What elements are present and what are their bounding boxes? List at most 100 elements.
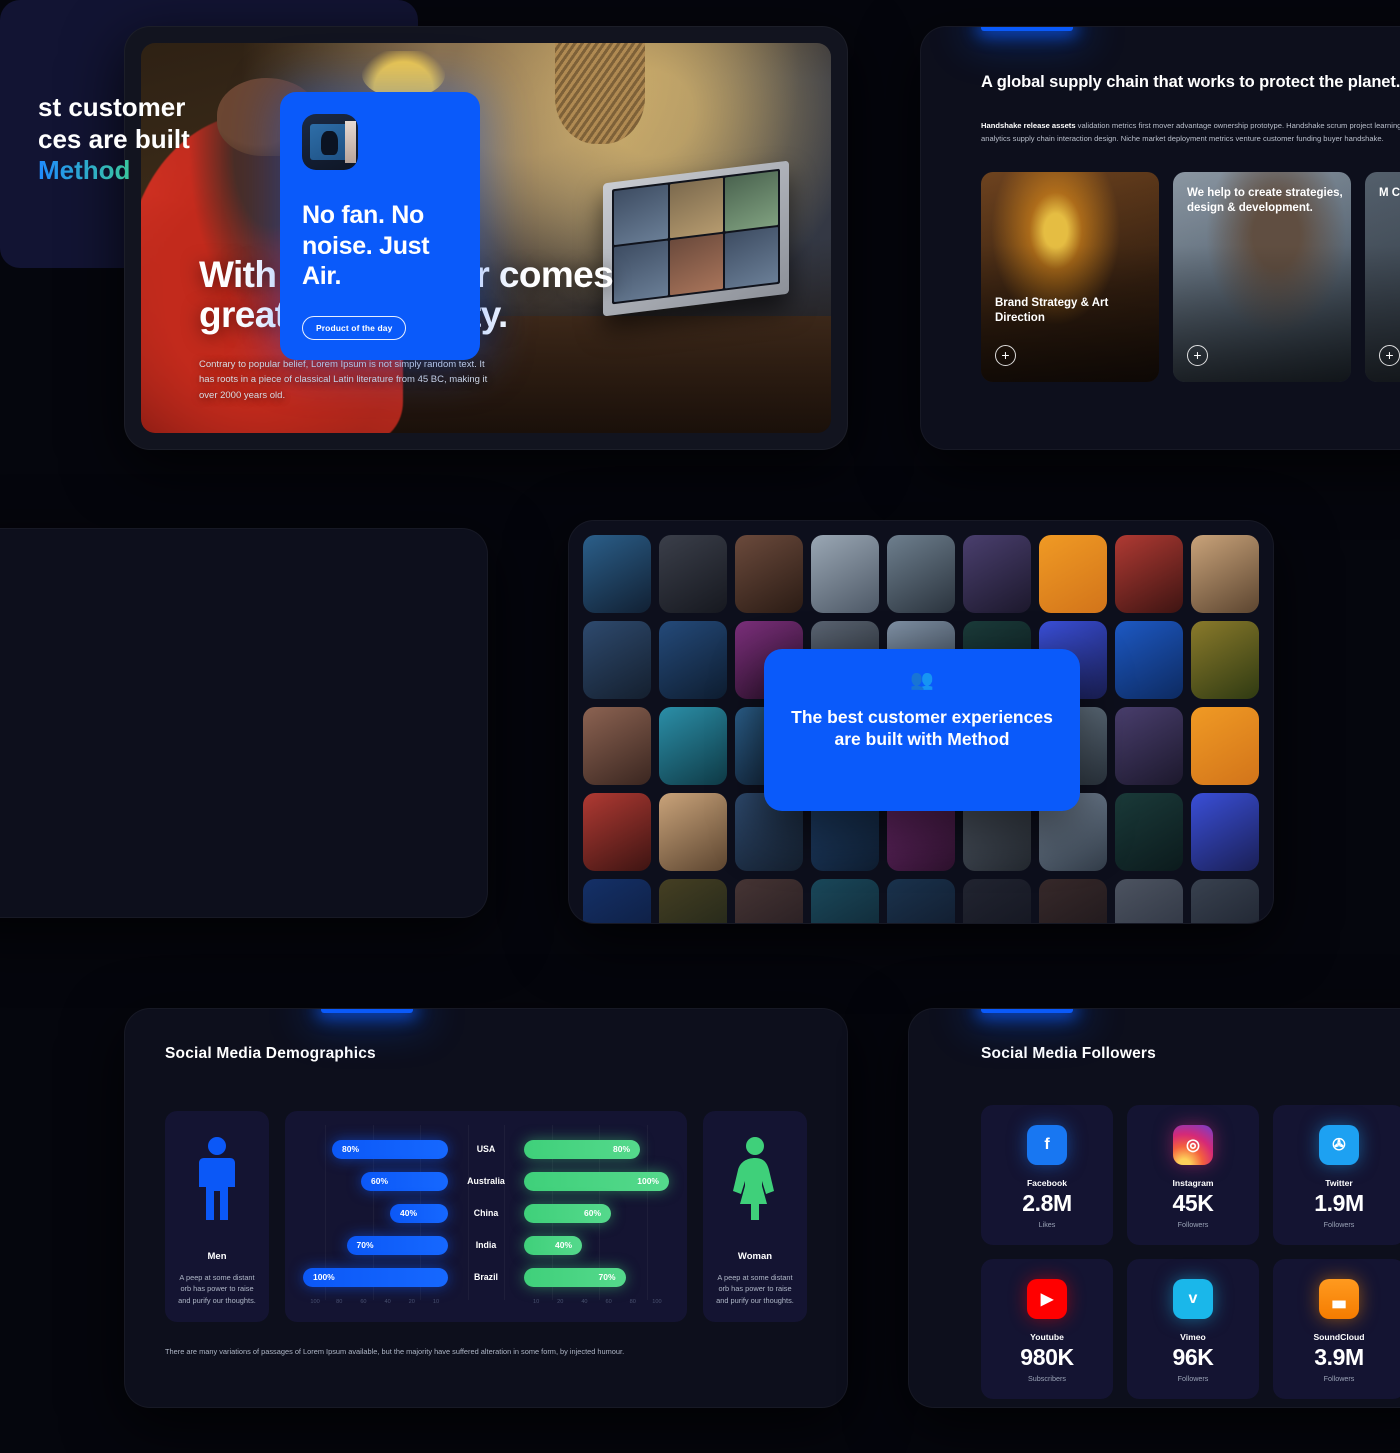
thumbnail[interactable] [583,535,651,613]
supply-card-list: Brand Strategy & Art Direction + We help… [981,171,1400,382]
thumbnail[interactable] [1191,707,1259,785]
thumbnail[interactable] [1191,535,1259,613]
chart-row: 100% Brazil 70% [303,1261,669,1293]
thumbnail[interactable] [887,879,955,923]
supply-card[interactable]: Brand Strategy & Art Direction + [981,171,1159,382]
thumbnail[interactable] [583,793,651,871]
follower-card[interactable]: f Facebook 2.8M Likes [981,1105,1113,1245]
thumbnail[interactable] [963,879,1031,923]
follower-count: 2.8M [1022,1190,1072,1216]
thumbnail[interactable] [1115,621,1183,699]
plus-icon[interactable]: + [1187,344,1208,366]
air-product-card[interactable]: No fan. No noise. Just Air. Product of t… [280,92,480,360]
category-label: Brazil [474,1272,498,1282]
men-bar: 40% [390,1203,448,1223]
thumbnail[interactable] [1191,621,1259,699]
follower-card[interactable]: ✇ Twitter 1.9M Followers [1273,1105,1400,1245]
woman-bar-cell: 40% [524,1229,669,1261]
supply-card[interactable]: We help to create strategies, design & d… [1173,171,1351,382]
axis-tick: 80 [336,1299,343,1305]
chart-rows: 80% USA 80% 60% Australia 100% 40% China 60% 70% I… [303,1133,669,1293]
follower-card[interactable]: ▶ Youtube 980K Subscribers [981,1259,1113,1399]
axis-tick: 100 [310,1299,320,1305]
quote-line-1: st customer [38,92,186,122]
thumbnail[interactable] [963,535,1031,613]
follower-count: 980K [1020,1344,1074,1370]
thumbnail[interactable] [1191,793,1259,871]
thumbnail[interactable] [1191,879,1259,923]
thumbnail[interactable] [659,535,727,613]
supply-card-caption: We help to create strategies, design & d… [1187,186,1343,214]
thumbnail[interactable] [1115,707,1183,785]
thumbnail[interactable] [1039,535,1107,613]
thumbnail[interactable] [735,879,803,923]
thumbnail[interactable] [583,621,651,699]
follower-metric-label: Followers [1323,1374,1355,1383]
follower-platform-name: Youtube [1030,1332,1064,1342]
plus-icon[interactable]: + [995,344,1016,366]
thumbnail[interactable] [735,535,803,613]
thumbnail[interactable] [1115,535,1183,613]
thumbnail[interactable] [659,879,727,923]
people-icon: 👥 [910,670,934,691]
woman-desc: A peep at some distant orb has power to … [716,1273,794,1305]
woman-card: Woman A peep at some distant orb has pow… [703,1111,807,1323]
men-bar-cell: 80% [303,1133,448,1165]
thumbnail[interactable] [811,879,879,923]
thumbnail[interactable] [659,621,727,699]
men-bar-cell: 100% [303,1261,448,1293]
follower-metric-label: Likes [1038,1220,1056,1229]
axis-gap [448,1299,524,1305]
men-bar: 80% [332,1139,448,1159]
woman-icon [713,1133,797,1225]
men-label: Men [207,1251,227,1262]
product-of-the-day-button[interactable]: Product of the day [302,316,407,340]
method-overlay-card[interactable]: 👥 The best customer experiences are buil… [764,649,1080,811]
category-label: India [475,1240,497,1250]
supply-body-bold: Handshake release assets [981,121,1076,131]
men-bar: 60% [361,1171,448,1191]
axis-tick: 20 [557,1299,564,1305]
followers-grid: f Facebook 2.8M Likes ◎ Instagram 45K Followers… [981,1105,1400,1399]
follower-card[interactable]: ◎ Instagram 45K Followers [1127,1105,1259,1245]
follower-metric-label: Followers [1177,1374,1209,1383]
demographics-panel: Social Media Demographics Men A peep at … [124,1008,848,1408]
thumbnail[interactable] [887,535,955,613]
demographics-footer: There are many variations of passages of… [165,1347,625,1357]
men-desc: A peep at some distant orb has power to … [178,1273,256,1305]
follower-card[interactable]: v Vimeo 96K Followers [1127,1259,1259,1399]
thumbnail[interactable] [659,793,727,871]
follower-platform-name: Twitter [1325,1178,1353,1188]
follower-metric-label: Followers [1323,1220,1355,1229]
youtube-icon: ▶ [1027,1279,1067,1319]
instagram-icon: ◎ [1173,1125,1213,1165]
plus-icon[interactable]: + [1379,344,1400,366]
demographics-row: Men A peep at some distant orb has power… [165,1111,807,1323]
follower-platform-name: Vimeo [1180,1332,1206,1342]
follower-card[interactable]: ▃ SoundCloud 3.9M Followers [1273,1259,1400,1399]
men-bar-cell: 70% [303,1229,448,1261]
thumbnail[interactable] [811,535,879,613]
follower-platform-name: SoundCloud [1313,1332,1365,1342]
thumbnail[interactable] [1039,879,1107,923]
axis-tick: 20 [408,1299,415,1305]
supply-chain-panel: A global supply chain that works to prot… [920,26,1400,450]
thumbnail[interactable] [583,879,651,923]
follower-count: 3.9M [1314,1344,1364,1370]
men-bar: 100% [303,1267,448,1287]
demographics-title: Social Media Demographics [165,1045,376,1062]
method-quote-text: st customer ces are built Method [38,92,190,187]
supply-card[interactable]: M C C + [1365,171,1400,382]
follower-platform-name: Facebook [1026,1178,1068,1188]
woman-bar: 60% [524,1203,611,1223]
twitter-icon: ✇ [1319,1125,1359,1165]
app-icon [302,114,358,170]
woman-bar-cell: 70% [524,1261,669,1293]
thumbnail[interactable] [659,707,727,785]
hero-panel: With great power comes great productivit… [124,26,848,450]
supply-body: Handshake release assets validation metr… [981,119,1400,146]
app-icon-pane [344,120,356,164]
thumbnail[interactable] [583,707,651,785]
thumbnail[interactable] [1115,793,1183,871]
thumbnail[interactable] [1115,879,1183,923]
